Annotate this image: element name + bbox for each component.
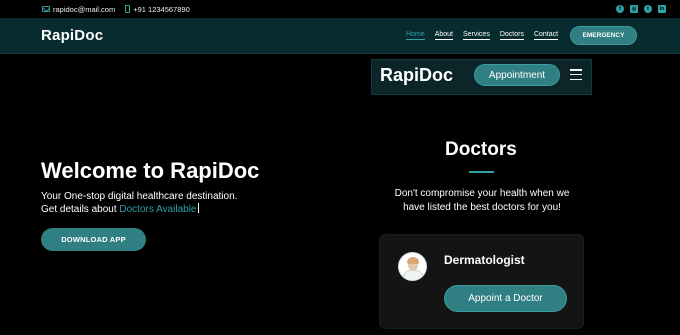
appoint-doctor-button[interactable]: Appoint a Doctor (444, 285, 567, 312)
doctors-section-subtitle: Don't compromise your health when we hav… (394, 188, 570, 213)
top-contact-bar: rapidoc@mail.com +91 1234567890 f ◎ t in (0, 0, 680, 18)
twitter-icon[interactable]: t (644, 5, 652, 13)
nav-link-home[interactable]: Home (406, 31, 425, 40)
facebook-icon[interactable]: f (616, 5, 624, 13)
title-underline (469, 171, 494, 173)
nav-link-doctors[interactable]: Doctors (499, 31, 524, 40)
nav-link-contact[interactable]: Contact (533, 31, 559, 40)
emergency-button[interactable]: EMERGENCY (570, 26, 637, 45)
instagram-icon[interactable]: ◎ (630, 5, 638, 13)
phone-text[interactable]: +91 1234567890 (133, 5, 190, 14)
appointment-button[interactable]: Appointment (474, 64, 560, 86)
typing-cursor (198, 203, 200, 213)
hamburger-menu-icon[interactable] (570, 69, 582, 80)
download-app-button[interactable]: DOWNLOAD APP (41, 228, 146, 251)
main-navbar: RapiDoc Home About Services Doctors Cont… (0, 18, 680, 54)
doctor-avatar (398, 252, 427, 281)
mobile-navbar: RapiDoc Appointment (371, 59, 592, 95)
mobile-brand-logo[interactable]: RapiDoc (380, 65, 453, 86)
typed-doctors-text: Doctors Available (119, 204, 197, 215)
hero-line-2-prefix: Get details about (41, 204, 117, 215)
nav-link-about[interactable]: About (434, 31, 453, 40)
nav-menu: Home About Services Doctors Contact (406, 31, 559, 40)
contact-info: rapidoc@mail.com +91 1234567890 (42, 5, 190, 14)
phone-icon (125, 5, 131, 13)
doctors-section-title: Doctors (445, 139, 517, 160)
nav-link-services[interactable]: Services (462, 31, 490, 40)
doctor-specialty: Dermatologist (444, 253, 525, 267)
hero-line-2: Get details about Doctors Available (41, 203, 301, 216)
doctor-card: Dermatologist Appoint a Doctor (379, 234, 584, 329)
hero-subtitle: Your One-stop digital healthcare destina… (41, 190, 301, 216)
brand-logo[interactable]: RapiDoc (41, 27, 103, 44)
email-contact[interactable]: rapidoc@mail.com (42, 5, 115, 14)
mail-icon (42, 6, 50, 12)
phone-contact[interactable]: +91 1234567890 (125, 5, 190, 14)
linkedin-icon[interactable]: in (658, 5, 666, 13)
hero-line-1: Your One-stop digital healthcare destina… (41, 191, 238, 202)
social-links: f ◎ t in (616, 5, 666, 13)
hero-title: Welcome to RapiDoc (41, 158, 260, 183)
email-text[interactable]: rapidoc@mail.com (53, 5, 115, 14)
